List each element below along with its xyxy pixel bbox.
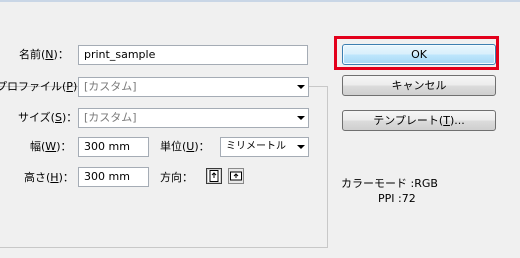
- height-label: 高さ(H)：: [24, 171, 74, 184]
- chevron-down-icon: [297, 85, 305, 89]
- landscape-icon: [230, 171, 242, 181]
- ppi-info: PPI :72: [378, 192, 416, 205]
- ok-highlight-frame: [334, 36, 499, 70]
- dialog-top-border: [0, 0, 520, 2]
- size-dropdown[interactable]: [カスタム]: [78, 108, 309, 128]
- color-mode-info: カラーモード :RGB: [341, 177, 438, 190]
- chevron-down-icon: [297, 145, 305, 149]
- orientation-label: 方向：: [160, 171, 193, 184]
- portrait-icon: [209, 170, 219, 182]
- size-value: [カスタム]: [84, 111, 137, 124]
- height-field[interactable]: 300 mm: [78, 167, 149, 187]
- template-button[interactable]: テンプレート(T)...: [342, 110, 496, 131]
- width-field[interactable]: 300 mm: [78, 137, 149, 157]
- cancel-button[interactable]: キャンセル: [342, 75, 496, 96]
- width-label: 幅(W)：: [30, 140, 72, 153]
- unit-label: 単位(U)：: [160, 140, 210, 153]
- profile-value: [カスタム]: [84, 80, 137, 93]
- size-label: サイズ(S)：: [18, 111, 78, 124]
- name-field[interactable]: print_sample: [78, 45, 308, 65]
- name-label: 名前(N)：: [19, 48, 69, 61]
- profile-dropdown[interactable]: [カスタム]: [78, 77, 309, 97]
- portrait-orientation-button[interactable]: [206, 168, 222, 184]
- profile-label: プロファイル(P)：: [0, 80, 88, 93]
- unit-value: ミリメートル: [226, 141, 286, 152]
- landscape-orientation-button[interactable]: [228, 168, 244, 184]
- unit-dropdown[interactable]: ミリメートル: [220, 137, 309, 157]
- chevron-down-icon: [297, 116, 305, 120]
